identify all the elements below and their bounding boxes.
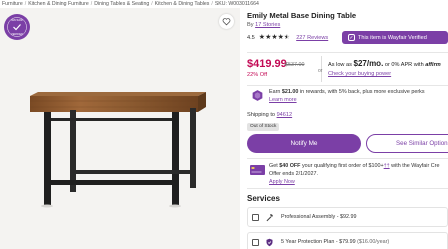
breadcrumb-dining-tables-seating[interactable]: Dining Tables & Seating xyxy=(94,1,149,7)
half-star-icon: ★ xyxy=(283,34,291,41)
shield-icon xyxy=(266,238,273,246)
product-image-area[interactable]: WAYFAIR VERIFIED xyxy=(0,8,240,249)
offer-amount: $40 OFF xyxy=(279,163,301,169)
check-buying-power-link[interactable]: Check your buying power xyxy=(328,71,391,77)
financing-line: As low as $27/mo. or 0% APR with affirm xyxy=(328,59,441,68)
assembly-label: Professional Assembly - $92.99 xyxy=(281,214,357,220)
breadcrumb-furniture[interactable]: Furniture xyxy=(2,1,23,7)
see-similar-options-button[interactable]: See Similar Options xyxy=(366,134,448,153)
breadcrumb-kitchen-dining-furniture[interactable]: Kitchen & Dining Furniture xyxy=(28,1,89,7)
current-price: $419.99 xyxy=(247,58,287,70)
brand-line: By 17 Stories xyxy=(247,22,280,28)
by-label: By xyxy=(247,22,254,28)
credit-card-icon xyxy=(250,165,265,175)
services-heading: Services xyxy=(247,194,280,203)
rewards-amount: $21.00 xyxy=(281,89,299,95)
rewards-text: Earn $21.00 in rewards, with 5% back, pl… xyxy=(269,89,425,95)
assembly-checkbox[interactable] xyxy=(252,213,259,221)
brand-link[interactable]: 17 Stories xyxy=(255,22,280,28)
as-low-prefix: As low as xyxy=(328,62,352,68)
offer-card-name: with the Wayfair Cre xyxy=(391,163,440,169)
rewards-detail: in rewards, with 5% back xyxy=(299,89,360,95)
credit-card-offer: Get $40 OFF your qualifying first order … xyxy=(269,162,439,186)
service-option-protection-plan[interactable]: 5 Year Protection Plan - $79.99 ($16.00/… xyxy=(247,232,448,249)
divider xyxy=(247,52,448,53)
offer-dagger-link[interactable]: †† xyxy=(384,163,390,169)
rating-value: 4.5 xyxy=(247,34,255,41)
rewards-prefix: Earn xyxy=(269,89,281,95)
service-option-assembly[interactable]: Professional Assembly - $92.99 xyxy=(247,207,448,227)
shipping-prefix: Shipping to xyxy=(247,112,275,118)
rewards-suffix: , plus more exclusive perks xyxy=(359,89,425,95)
dining-table-image xyxy=(30,92,206,208)
breadcrumb-separator: / xyxy=(90,1,93,7)
as-low-suffix: or 0% APR with xyxy=(384,62,424,68)
verified-label: This item is Wayfair Verified xyxy=(358,34,427,41)
breadcrumb-separator: / xyxy=(211,1,213,7)
monthly-amount: $27/mo. xyxy=(353,59,384,68)
notify-me-button[interactable]: Notify Me xyxy=(247,134,361,153)
or-label: or xyxy=(318,68,323,74)
offer-condition: your qualifying first order of $100+ xyxy=(301,163,384,169)
wrench-icon xyxy=(266,213,273,221)
divider xyxy=(247,85,448,86)
protection-plan-yearly: ($16.00/year) xyxy=(357,239,390,245)
breadcrumb-separator: / xyxy=(151,1,153,7)
original-price: $537.00 xyxy=(285,62,305,68)
zip-code-link[interactable]: 94612 xyxy=(277,112,293,118)
divider xyxy=(247,158,448,159)
affirm-logo: affirm xyxy=(425,62,441,68)
offer-expiry: Offer ends 2/1/2027. xyxy=(269,171,319,177)
apply-now-link[interactable]: Apply Now xyxy=(269,179,295,185)
stock-status-badge: Out of Stock xyxy=(247,123,280,131)
rewards-icon xyxy=(252,90,263,101)
breadcrumb-separator: / xyxy=(24,1,27,7)
protection-plan-label: 5 Year Protection Plan - $79.99 xyxy=(281,239,356,245)
learn-more-link[interactable]: Learn more xyxy=(269,97,297,103)
shipping-line: Shipping to 94612 xyxy=(247,112,292,118)
reviews-link[interactable]: 227 Reviews xyxy=(296,35,328,41)
rating-row: 4.5 ★ ★ ★ ★ ★ 227 Reviews xyxy=(247,34,328,41)
product-title: Emily Metal Base Dining Table xyxy=(247,11,357,20)
offer-get: Get xyxy=(269,163,278,169)
wayfair-verified-button[interactable]: ✓ This item is Wayfair Verified xyxy=(342,31,448,44)
star-rating: ★ ★ ★ ★ ★ xyxy=(259,34,290,41)
protection-plan-checkbox[interactable] xyxy=(252,238,259,246)
breadcrumb-sku: SKU: W003011664 xyxy=(214,1,259,7)
check-icon: ✓ xyxy=(348,34,355,41)
breadcrumb-kitchen-dining-tables[interactable]: Kitchen & Dining Tables xyxy=(155,1,210,7)
discount-label: 22% Off xyxy=(247,72,268,78)
divider xyxy=(247,188,448,189)
breadcrumb: Furniture / Kitchen & Dining Furniture /… xyxy=(2,0,259,8)
